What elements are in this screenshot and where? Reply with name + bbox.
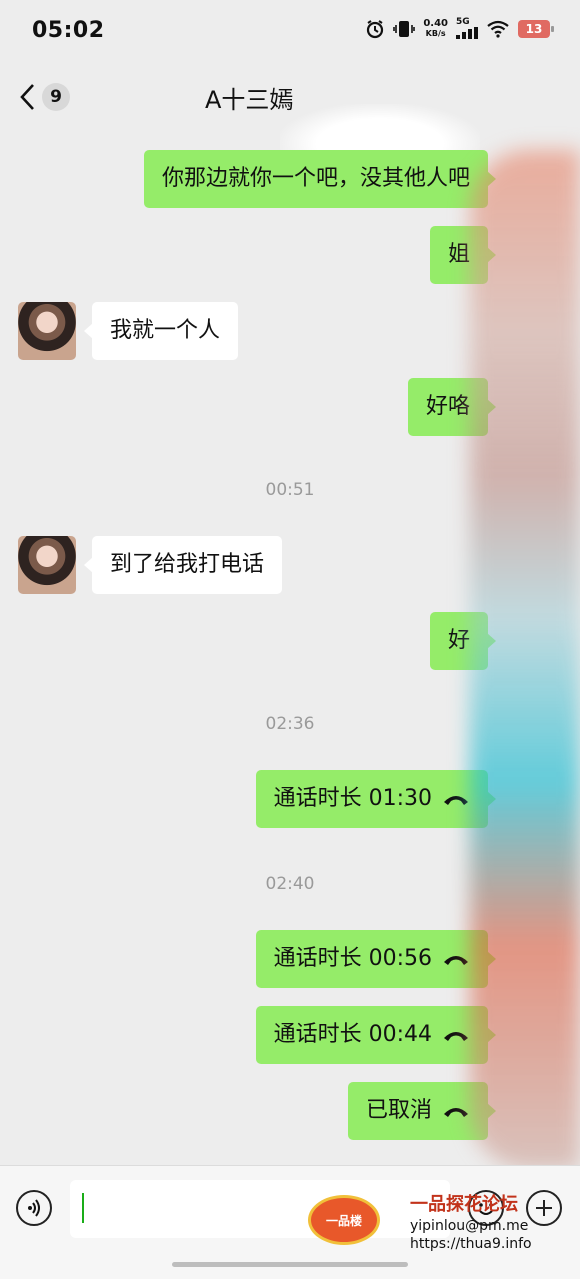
watermark-logo: 一品楼 [308,1195,380,1245]
voice-input-button[interactable] [16,1190,52,1226]
call-record-bubble[interactable]: 已取消 [347,1082,497,1140]
watermark-site-name: 一品探花论坛 [410,1194,518,1215]
call-duration-text: 通话时长 00:56 [273,946,432,971]
chevron-left-icon [20,84,34,110]
back-button[interactable]: 9 [18,80,70,114]
voice-icon [28,1199,40,1217]
battery-indicator: 13 [518,19,554,38]
call-duration-text: 通话时长 00:44 [273,1022,432,1047]
call-duration-text: 通话时长 01:30 [273,786,432,811]
chat-header: 9 A十三嫣 [0,64,580,184]
vibrate-icon [393,20,416,37]
phone-hangup-icon [444,796,468,805]
watermark-email: yipinlou@pm.me [410,1218,529,1234]
their-message-bubble[interactable]: 我就一个人 [83,302,239,360]
status-time: 05:02 [32,18,105,43]
image-redaction-overlay [470,150,580,1170]
contact-avatar[interactable] [18,536,76,594]
call-status-text: 已取消 [365,1098,432,1123]
my-message-bubble[interactable]: 你那边就你一个吧，没其他人吧 [143,150,497,208]
phone-hangup-icon [444,1032,468,1041]
their-message-bubble[interactable]: 到了给我打电话 [83,536,283,594]
watermark: 一品探花论坛 yipinlou@pm.me https://thua9.info [410,1190,580,1252]
contact-avatar[interactable] [18,302,76,360]
status-bar: 05:02 0.40 KB/s 5G 13 [0,0,580,64]
call-record-bubble[interactable]: 通话时长 00:56 [255,930,497,988]
call-record-bubble[interactable]: 通话时长 01:30 [255,770,497,828]
status-icons: 0.40 KB/s 5G 13 [365,17,554,39]
home-indicator[interactable] [172,1262,408,1267]
alarm-icon [367,19,384,38]
network-speed: 0.40 KB/s [423,17,448,38]
phone-hangup-icon [444,1108,468,1117]
watermark-url: https://thua9.info [410,1236,532,1252]
call-record-bubble[interactable]: 通话时长 00:44 [255,1006,497,1064]
unread-badge: 9 [42,83,70,111]
signal-bars-icon [456,27,478,39]
phone-hangup-icon [444,956,468,965]
wifi-icon [487,20,509,38]
message-input[interactable] [70,1180,450,1238]
signal-indicator: 5G [456,18,478,39]
text-cursor [82,1193,84,1223]
